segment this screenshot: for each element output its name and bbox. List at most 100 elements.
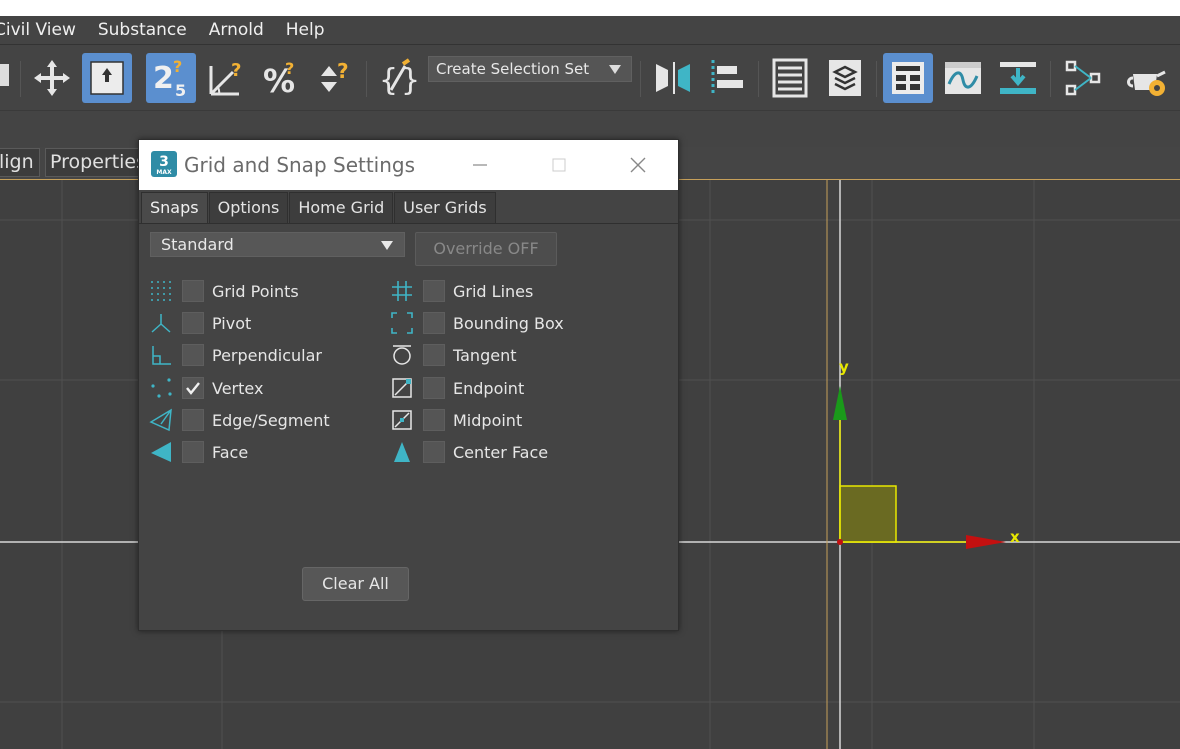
snap-row-bounding-box: Bounding Box [389, 310, 564, 336]
tab-home-grid[interactable]: Home Grid [289, 192, 394, 224]
pivot-icon [148, 310, 174, 336]
snap-row-center-face: Center Face [389, 439, 548, 465]
snaps-toggle-icon[interactable]: 2 5 ? [146, 53, 196, 103]
grid-points-checkbox[interactable] [182, 280, 204, 302]
edge-segment-checkbox[interactable] [182, 409, 204, 431]
tab-snaps[interactable]: Snaps [141, 192, 208, 224]
tab-user-grids[interactable]: User Grids [394, 192, 496, 224]
bounding-box-checkbox[interactable] [423, 312, 445, 334]
toolbar-separator [20, 61, 21, 97]
center-face-checkbox[interactable] [423, 441, 445, 463]
gizmo-y-arrow [833, 386, 847, 420]
spinner-snap-icon[interactable]: ? [310, 53, 360, 103]
grid-lines-checkbox[interactable] [423, 280, 445, 302]
endpoint-icon [389, 375, 415, 401]
dialog-titlebar[interactable]: 3 MAX Grid and Snap Settings [139, 140, 678, 190]
midpoint-checkbox[interactable] [423, 409, 445, 431]
midpoint-label: Midpoint [453, 410, 523, 430]
gizmo-plane-handle [839, 485, 897, 543]
layer-explorer-icon[interactable] [820, 53, 870, 103]
gizmo-origin [837, 539, 843, 545]
dialog-title: Grid and Snap Settings [184, 153, 416, 177]
tabs-divider [139, 223, 678, 224]
pivot-label: Pivot [212, 313, 252, 333]
move-icon[interactable] [27, 53, 77, 103]
selection-set-dropdown[interactable]: Create Selection Set [428, 56, 632, 82]
menu-help[interactable]: Help [286, 20, 325, 40]
snap-value: 2 [153, 61, 174, 96]
bounding-box-icon [389, 310, 415, 336]
perpendicular-checkbox[interactable] [182, 344, 204, 366]
vertex-checkbox[interactable] [182, 377, 204, 399]
snap-sub: 5 [175, 81, 186, 100]
percent-snap-icon[interactable]: %? [256, 53, 306, 103]
scene-explorer-icon[interactable] [765, 53, 815, 103]
face-label: Face [212, 442, 249, 462]
grid-lines-label: Grid Lines [453, 281, 534, 301]
dialog-tabs: Snaps Options Home Grid User Grids [141, 192, 497, 224]
tab-options[interactable]: Options [208, 192, 289, 224]
edge-segment-icon [148, 407, 174, 433]
menu-arnold[interactable]: Arnold [209, 20, 264, 40]
svg-text:?: ? [285, 59, 294, 78]
max-logo-icon: 3 MAX [151, 151, 177, 177]
ribbon-tab-properties[interactable]: Properties [45, 148, 145, 177]
angle-snap-icon[interactable]: ? [202, 53, 252, 103]
align-icon[interactable] [700, 53, 750, 103]
menu-bar: Civil View Substance Arnold Help [0, 16, 1180, 44]
center-face-icon [389, 439, 415, 465]
tangent-icon [389, 342, 415, 368]
toolbar-separator [758, 61, 759, 97]
vertex-label: Vertex [212, 378, 264, 398]
schematic-view-icon[interactable] [1058, 53, 1108, 103]
gizmo-x-arrow [966, 535, 1006, 549]
bounding-box-label: Bounding Box [453, 313, 564, 333]
tangent-checkbox[interactable] [423, 344, 445, 366]
grid-snap-dialog: 3 MAX Grid and Snap Settings Snaps Optio… [138, 139, 679, 631]
clear-all-button[interactable]: Clear All [302, 567, 409, 601]
toggle-ribbon-icon[interactable] [883, 53, 933, 103]
svg-text:?: ? [173, 57, 182, 76]
render-setup-icon[interactable] [993, 53, 1043, 103]
pivot-checkbox[interactable] [182, 312, 204, 334]
top-strip [0, 0, 1180, 16]
render-teapot-icon[interactable] [1122, 53, 1172, 103]
selection-set-label: Create Selection Set [436, 60, 590, 78]
face-checkbox[interactable] [182, 441, 204, 463]
menu-substance[interactable]: Substance [98, 20, 187, 40]
select-tool-icon[interactable] [0, 53, 20, 103]
close-icon[interactable] [623, 150, 653, 180]
edit-named-selection-icon[interactable]: {} [372, 53, 422, 103]
snap-row-edge-segment: Edge/Segment [148, 407, 330, 433]
snap-row-tangent: Tangent [389, 342, 516, 368]
chevron-down-icon [609, 65, 621, 74]
grid-points-label: Grid Points [212, 281, 299, 301]
checkmark-icon [186, 382, 200, 395]
select-and-place-icon[interactable] [82, 53, 132, 103]
snap-row-vertex: Vertex [148, 375, 263, 401]
toolbar-separator [366, 61, 367, 97]
midpoint-icon [389, 407, 415, 433]
face-icon [148, 439, 174, 465]
toolbar-separator [640, 61, 641, 97]
ribbon-tab-align[interactable]: lign [0, 148, 40, 177]
override-button[interactable]: Override OFF [415, 232, 557, 266]
endpoint-checkbox[interactable] [423, 377, 445, 399]
mirror-icon[interactable] [647, 53, 697, 103]
minimize-icon[interactable] [465, 150, 495, 180]
menu-civil-view[interactable]: Civil View [0, 20, 76, 40]
endpoint-label: Endpoint [453, 378, 525, 398]
svg-text:?: ? [231, 60, 241, 81]
maximize-icon[interactable] [544, 150, 574, 180]
toolbar-separator [876, 61, 877, 97]
grid-points-icon [148, 278, 174, 304]
edge-segment-label: Edge/Segment [212, 410, 330, 430]
snap-preset-dropdown[interactable]: Standard [150, 232, 405, 257]
snap-row-face: Face [148, 439, 248, 465]
perpendicular-icon [148, 342, 174, 368]
grid-lines-icon [389, 278, 415, 304]
curve-editor-icon[interactable] [938, 53, 988, 103]
snap-row-pivot: Pivot [148, 310, 251, 336]
snap-row-perpendicular: Perpendicular [148, 342, 322, 368]
snap-row-midpoint: Midpoint [389, 407, 522, 433]
